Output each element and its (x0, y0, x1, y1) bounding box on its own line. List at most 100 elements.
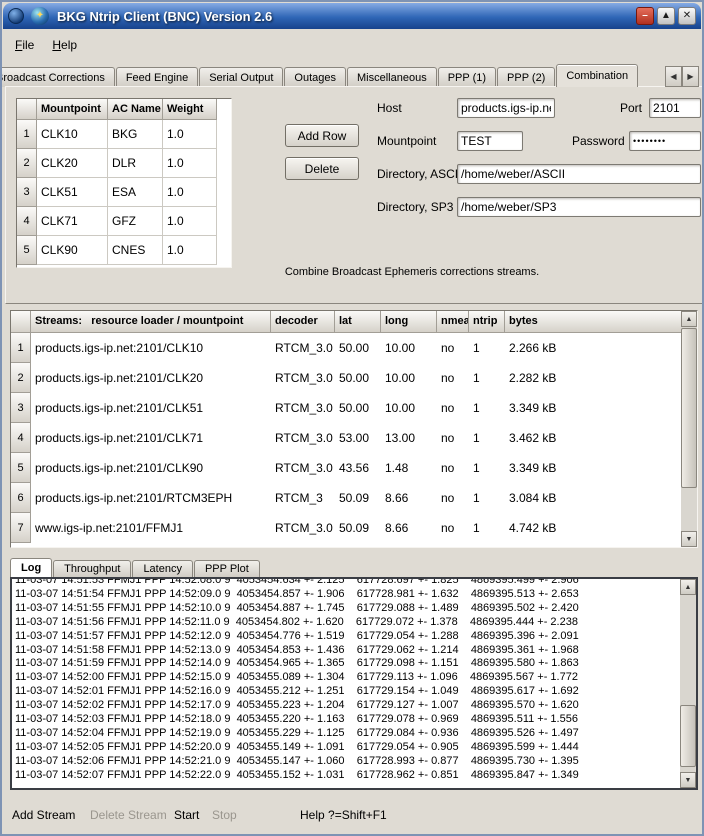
directory-ascii-input[interactable] (457, 164, 701, 184)
cell-lat[interactable]: 50.09 (335, 483, 381, 513)
table-row[interactable]: 5 CLK90 CNES 1.0 (17, 236, 231, 265)
add-row-button[interactable]: Add Row (285, 124, 359, 147)
streams-table[interactable]: Streams: resource loader / mountpoint de… (10, 310, 698, 548)
menu-help[interactable]: Help (43, 36, 86, 54)
stream-row[interactable]: 1 products.igs-ip.net:2101/CLK10 RTCM_3.… (11, 333, 697, 363)
stream-row[interactable]: 2 products.igs-ip.net:2101/CLK20 RTCM_3.… (11, 363, 697, 393)
window-menu-icon[interactable] (8, 8, 24, 24)
scroll-down-icon[interactable]: ▼ (681, 531, 697, 547)
streams-scrollbar[interactable]: ▲ ▼ (681, 311, 697, 547)
tab-broadcast-corrections[interactable]: Broadcast Corrections (0, 67, 115, 87)
cell-ac-name[interactable]: ESA (108, 178, 163, 207)
log-scroll-thumb[interactable] (680, 705, 696, 767)
stream-row[interactable]: 6 products.igs-ip.net:2101/RTCM3EPH RTCM… (11, 483, 697, 513)
delete-button[interactable]: Delete (285, 157, 359, 180)
close-button[interactable]: ✕ (678, 7, 696, 25)
stream-row[interactable]: 5 products.igs-ip.net:2101/CLK90 RTCM_3.… (11, 453, 697, 483)
log-scrollbar[interactable]: ▲ ▼ (680, 579, 696, 788)
tab-combination[interactable]: Combination (556, 64, 638, 87)
cell-nmea[interactable]: no (437, 423, 469, 453)
table-row[interactable]: 3 CLK51 ESA 1.0 (17, 178, 231, 207)
cell-lat[interactable]: 50.00 (335, 363, 381, 393)
tab-log[interactable]: Log (10, 558, 52, 577)
tab-throughput[interactable]: Throughput (53, 560, 131, 577)
cell-ntrip[interactable]: 1 (469, 423, 505, 453)
cell-bytes[interactable]: 2.282 kB (505, 363, 697, 393)
maximize-button[interactable]: ▲ (657, 7, 675, 25)
cell-nmea[interactable]: no (437, 483, 469, 513)
cell-decoder[interactable]: RTCM_3 (271, 483, 335, 513)
cell-stream-mountpoint[interactable]: products.igs-ip.net:2101/CLK71 (31, 423, 271, 453)
add-stream-button[interactable]: Add Stream (12, 808, 75, 822)
cell-weight[interactable]: 1.0 (163, 236, 217, 265)
column-header-ntrip[interactable]: ntrip (469, 311, 505, 333)
cell-bytes[interactable]: 3.349 kB (505, 453, 697, 483)
log-panel[interactable]: 11-03-07 14:51:53 FFMJ1 PPP 14:52:08.0 9… (10, 577, 698, 790)
menu-file[interactable]: File (6, 36, 43, 54)
cell-ntrip[interactable]: 1 (469, 333, 505, 363)
cell-ac-name[interactable]: GFZ (108, 207, 163, 236)
column-header-weight[interactable]: Weight (163, 99, 217, 120)
column-header-decoder[interactable]: decoder (271, 311, 335, 333)
cell-decoder[interactable]: RTCM_3.0 (271, 393, 335, 423)
cell-nmea[interactable]: no (437, 393, 469, 423)
cell-long[interactable]: 10.00 (381, 363, 437, 393)
cell-lat[interactable]: 50.09 (335, 513, 381, 543)
cell-mountpoint[interactable]: CLK71 (37, 207, 108, 236)
table-row[interactable]: 2 CLK20 DLR 1.0 (17, 149, 231, 178)
column-header-mountpoint[interactable]: Mountpoint (37, 99, 108, 120)
stream-row[interactable]: 3 products.igs-ip.net:2101/CLK51 RTCM_3.… (11, 393, 697, 423)
cell-weight[interactable]: 1.0 (163, 149, 217, 178)
column-header-lat[interactable]: lat (335, 311, 381, 333)
cell-long[interactable]: 10.00 (381, 333, 437, 363)
host-input[interactable] (457, 98, 555, 118)
port-input[interactable] (649, 98, 701, 118)
column-header-ac-name[interactable]: AC Name (108, 99, 163, 120)
cell-ntrip[interactable]: 1 (469, 363, 505, 393)
mountpoint-input[interactable] (457, 131, 523, 151)
tab-ppp-2[interactable]: PPP (2) (497, 67, 555, 87)
tab-ppp-1[interactable]: PPP (1) (438, 67, 496, 87)
cell-mountpoint[interactable]: CLK51 (37, 178, 108, 207)
tab-latency[interactable]: Latency (132, 560, 193, 577)
streams-scroll-thumb[interactable] (681, 328, 697, 488)
cell-weight[interactable]: 1.0 (163, 120, 217, 149)
scroll-down-icon[interactable]: ▼ (680, 772, 696, 788)
cell-ac-name[interactable]: BKG (108, 120, 163, 149)
cell-decoder[interactable]: RTCM_3.0 (271, 513, 335, 543)
cell-ntrip[interactable]: 1 (469, 513, 505, 543)
cell-long[interactable]: 13.00 (381, 423, 437, 453)
cell-stream-mountpoint[interactable]: www.igs-ip.net:2101/FFMJ1 (31, 513, 271, 543)
tab-scroll-left-icon[interactable]: ◀ (665, 66, 682, 87)
cell-nmea[interactable]: no (437, 333, 469, 363)
tab-feed-engine[interactable]: Feed Engine (116, 67, 198, 87)
cell-bytes[interactable]: 3.462 kB (505, 423, 697, 453)
cell-long[interactable]: 1.48 (381, 453, 437, 483)
scroll-up-icon[interactable]: ▲ (680, 579, 696, 595)
cell-long[interactable]: 10.00 (381, 393, 437, 423)
tab-miscellaneous[interactable]: Miscellaneous (347, 67, 437, 87)
cell-nmea[interactable]: no (437, 363, 469, 393)
column-header-nmea[interactable]: nmea (437, 311, 469, 333)
tab-ppp-plot[interactable]: PPP Plot (194, 560, 260, 577)
tab-outages[interactable]: Outages (284, 67, 346, 87)
cell-ac-name[interactable]: CNES (108, 236, 163, 265)
cell-ntrip[interactable]: 1 (469, 483, 505, 513)
cell-long[interactable]: 8.66 (381, 483, 437, 513)
cell-mountpoint[interactable]: CLK10 (37, 120, 108, 149)
cell-mountpoint[interactable]: CLK20 (37, 149, 108, 178)
column-header-streams[interactable]: Streams: resource loader / mountpoint (31, 311, 271, 333)
column-header-bytes[interactable]: bytes (505, 311, 697, 333)
table-row[interactable]: 1 CLK10 BKG 1.0 (17, 120, 231, 149)
stream-row[interactable]: 7 www.igs-ip.net:2101/FFMJ1 RTCM_3.0 50.… (11, 513, 697, 543)
cell-long[interactable]: 8.66 (381, 513, 437, 543)
cell-decoder[interactable]: RTCM_3.0 (271, 363, 335, 393)
cell-ntrip[interactable]: 1 (469, 393, 505, 423)
cell-bytes[interactable]: 2.266 kB (505, 333, 697, 363)
cell-stream-mountpoint[interactable]: products.igs-ip.net:2101/CLK10 (31, 333, 271, 363)
column-header-long[interactable]: long (381, 311, 437, 333)
cell-stream-mountpoint[interactable]: products.igs-ip.net:2101/CLK90 (31, 453, 271, 483)
cell-stream-mountpoint[interactable]: products.igs-ip.net:2101/RTCM3EPH (31, 483, 271, 513)
stream-row[interactable]: 4 products.igs-ip.net:2101/CLK71 RTCM_3.… (11, 423, 697, 453)
cell-decoder[interactable]: RTCM_3.0 (271, 333, 335, 363)
